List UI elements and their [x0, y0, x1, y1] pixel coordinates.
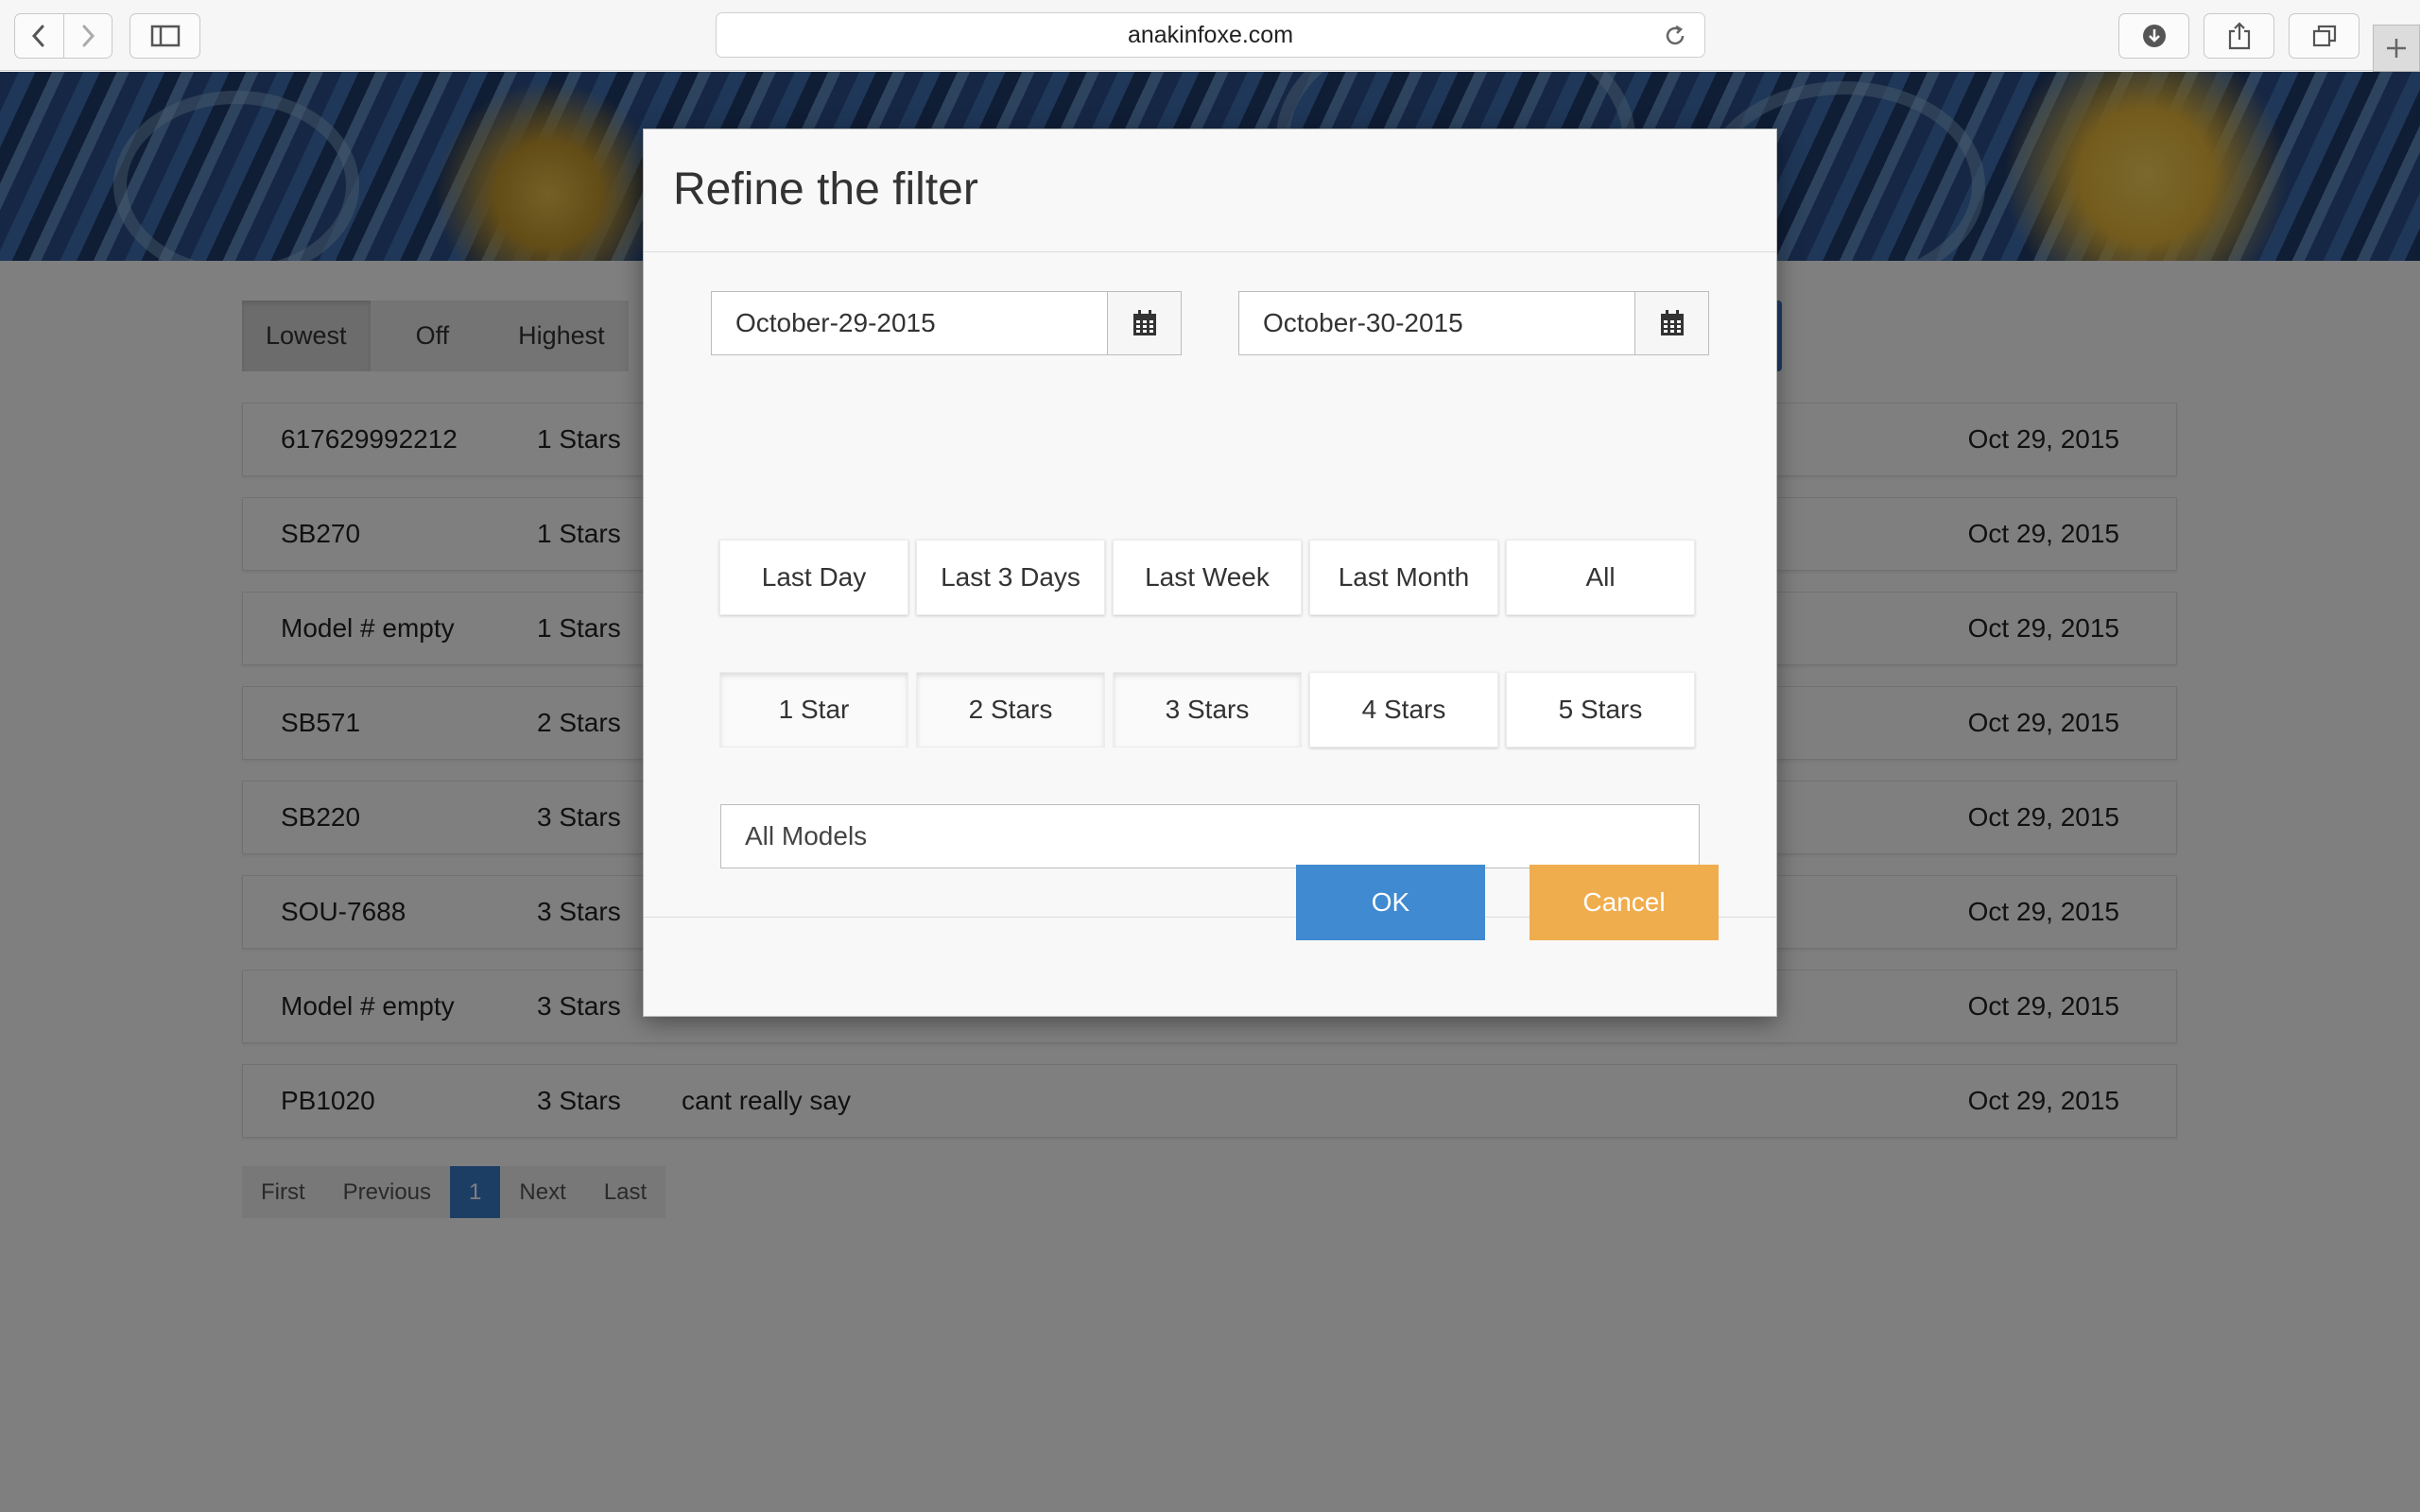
star-filter-4[interactable]: 4 Stars — [1309, 672, 1498, 747]
download-icon — [2142, 25, 2166, 47]
address-bar[interactable]: anakinfoxe.com — [716, 12, 1705, 58]
date-to-input[interactable] — [1239, 292, 1634, 354]
star-filter-2[interactable]: 2 Stars — [916, 672, 1105, 747]
refine-filter-modal: Refine the filter Last Day Last 3 Days L… — [643, 129, 1777, 1017]
plus-icon — [2387, 39, 2406, 58]
time-range-last-month[interactable]: Last Month — [1309, 540, 1498, 615]
star-filter-3[interactable]: 3 Stars — [1113, 672, 1302, 747]
sidebar-button[interactable] — [130, 13, 200, 59]
star-filter-5[interactable]: 5 Stars — [1506, 672, 1695, 747]
downloads-button[interactable] — [2118, 13, 2189, 59]
modal-header: Refine the filter — [644, 129, 1776, 252]
date-to-calendar-button[interactable] — [1634, 292, 1708, 354]
back-button[interactable] — [15, 14, 63, 58]
star-filter-group: 1 Star 2 Stars 3 Stars 4 Stars 5 Stars — [719, 672, 1695, 747]
date-from-calendar-button[interactable] — [1107, 292, 1181, 354]
show-tabs-button[interactable] — [2289, 13, 2360, 59]
chevron-left-icon — [32, 25, 44, 47]
modal-title: Refine the filter — [673, 164, 978, 215]
forward-button[interactable] — [62, 14, 112, 58]
new-tab-button[interactable] — [2373, 25, 2420, 72]
browser-toolbar: anakinfoxe.com — [0, 0, 2420, 72]
chevron-right-icon — [82, 25, 95, 47]
model-select[interactable]: All Models — [720, 804, 1700, 868]
date-from-input[interactable] — [712, 292, 1107, 354]
calendar-icon — [1660, 310, 1684, 335]
url-text: anakinfoxe.com — [1127, 21, 1294, 48]
share-icon — [2228, 22, 2250, 50]
reload-icon[interactable] — [1663, 24, 1687, 55]
date-to-group — [1238, 291, 1709, 355]
ok-button[interactable]: OK — [1296, 865, 1485, 940]
time-range-last-3-days[interactable]: Last 3 Days — [916, 540, 1105, 615]
history-nav — [14, 13, 112, 59]
sidebar-icon — [150, 25, 180, 47]
time-range-all[interactable]: All — [1506, 540, 1695, 615]
cancel-button[interactable]: Cancel — [1530, 865, 1719, 940]
star-filter-1[interactable]: 1 Star — [719, 672, 908, 747]
time-range-last-week[interactable]: Last Week — [1113, 540, 1302, 615]
modal-body: Last Day Last 3 Days Last Week Last Mont… — [644, 253, 1776, 918]
calendar-icon — [1132, 310, 1156, 335]
time-range-group: Last Day Last 3 Days Last Week Last Mont… — [719, 540, 1695, 615]
share-button[interactable] — [2204, 13, 2274, 59]
tabs-icon — [2312, 25, 2336, 47]
date-from-group — [711, 291, 1182, 355]
time-range-last-day[interactable]: Last Day — [719, 540, 908, 615]
